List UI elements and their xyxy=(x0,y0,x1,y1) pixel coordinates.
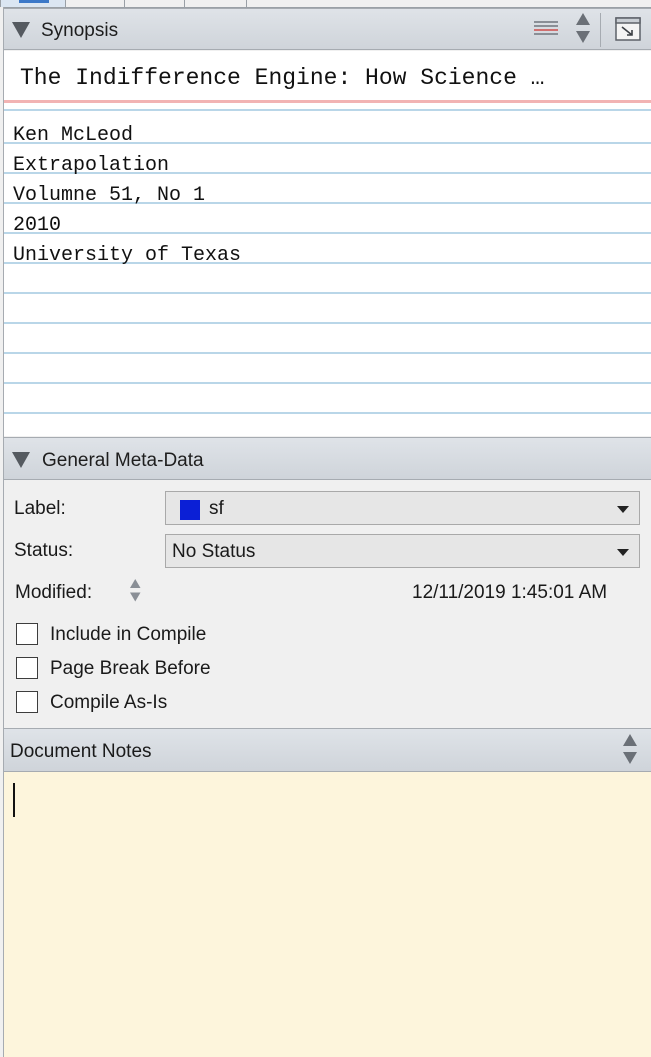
modified-date: 12/11/2019 1:45:01 AM xyxy=(412,582,608,603)
synopsis-title-area[interactable]: The Indifference Engine: How Science … xyxy=(4,51,651,103)
collapse-triangle-icon[interactable] xyxy=(12,22,30,38)
up-down-arrows-icon[interactable] xyxy=(130,579,141,605)
meta-data-body: Label: sf Status: No Status Modified: 12… xyxy=(4,480,651,728)
label-color-swatch xyxy=(180,500,200,520)
status-field-label: Status: xyxy=(14,540,74,561)
document-notes-editor[interactable] xyxy=(4,772,651,1057)
document-notes-header[interactable]: Document Notes xyxy=(4,728,651,772)
synopsis-line: Extrapolation xyxy=(13,154,170,177)
page-break-before-checkbox[interactable] xyxy=(16,657,38,679)
tab-1[interactable] xyxy=(0,0,66,7)
document-notes-title: Document Notes xyxy=(10,741,152,762)
synopsis-line: University of Texas xyxy=(13,244,242,267)
top-tab-strip xyxy=(0,0,651,8)
meta-data-header[interactable]: General Meta-Data xyxy=(4,437,651,480)
synopsis-line: Ken McLeod xyxy=(13,124,134,147)
compile-as-is-label[interactable]: Compile As-Is xyxy=(50,692,167,714)
synopsis-header-title: Synopsis xyxy=(41,20,119,41)
tab-4[interactable] xyxy=(186,0,247,7)
up-down-arrows-icon[interactable] xyxy=(576,13,590,47)
modified-field-label: Modified: xyxy=(15,582,93,603)
status-dropdown[interactable]: No Status xyxy=(165,534,640,568)
tab-3[interactable] xyxy=(126,0,185,7)
label-dropdown[interactable]: sf xyxy=(165,491,640,525)
synopsis-text-area[interactable]: Ken McLeod Extrapolation Volumne 51, No … xyxy=(4,103,651,436)
label-dropdown-value: sf xyxy=(209,498,224,519)
expand-window-icon[interactable] xyxy=(615,17,641,41)
collapse-triangle-icon[interactable] xyxy=(12,452,30,468)
text-cursor xyxy=(13,783,15,817)
meta-data-header-title: General Meta-Data xyxy=(42,450,204,471)
include-in-compile-label[interactable]: Include in Compile xyxy=(50,624,206,646)
synopsis-line: Volumne 51, No 1 xyxy=(13,184,206,207)
synopsis-text[interactable]: Ken McLeod Extrapolation Volumne 51, No … xyxy=(13,121,241,271)
tab-2[interactable] xyxy=(66,0,125,7)
synopsis-line: 2010 xyxy=(13,214,62,237)
synopsis-title[interactable]: The Indifference Engine: How Science … xyxy=(20,65,545,91)
page-break-before-label[interactable]: Page Break Before xyxy=(50,658,211,680)
chevron-down-icon xyxy=(617,506,629,513)
compile-as-is-checkbox[interactable] xyxy=(16,691,38,713)
lines-icon[interactable] xyxy=(532,19,560,39)
chevron-down-icon xyxy=(617,549,629,556)
synopsis-header[interactable]: Synopsis xyxy=(4,8,651,50)
synopsis-bottom-padding xyxy=(4,418,651,436)
label-field-label: Label: xyxy=(14,498,66,519)
up-down-arrows-icon[interactable] xyxy=(623,734,637,768)
header-separator xyxy=(600,13,601,47)
include-in-compile-checkbox[interactable] xyxy=(16,623,38,645)
status-dropdown-value: No Status xyxy=(172,541,256,562)
